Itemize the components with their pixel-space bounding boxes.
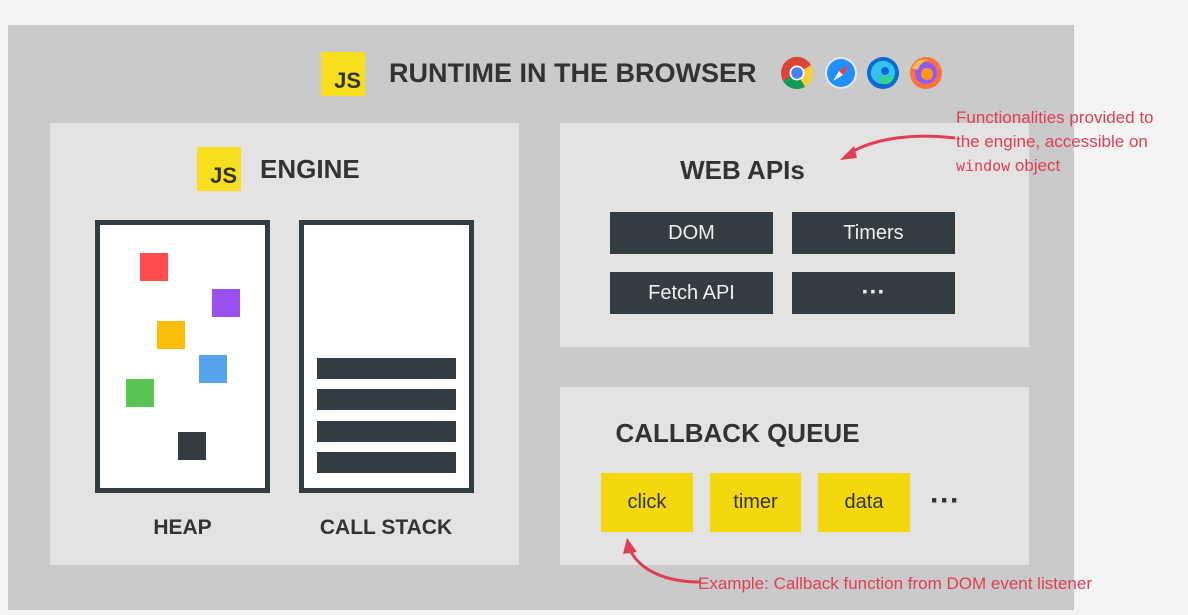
heap-object (178, 432, 206, 460)
heap-object (126, 379, 154, 407)
js-logo-text: JS (210, 163, 237, 188)
stack-frame (317, 389, 456, 410)
heap-object (157, 321, 185, 349)
web-apis-note-line3: window object (956, 154, 1184, 178)
heap-object (212, 289, 240, 317)
js-logo-runtime: JS (321, 52, 365, 96)
firefox-icon (910, 57, 942, 89)
js-logo-text: JS (334, 68, 361, 93)
stack-frame (317, 452, 456, 473)
heap-object (199, 355, 227, 383)
stack-frame (317, 421, 456, 442)
callback-more: ··· (930, 484, 960, 517)
api-timers: Timers (792, 212, 955, 254)
web-apis-note-line2: the engine, accessible on (956, 132, 1148, 151)
js-logo-engine: JS (197, 147, 241, 191)
callback-timer: timer (710, 473, 801, 532)
callback-data: data (818, 473, 910, 532)
edge-icon (867, 57, 899, 89)
stack-frame (317, 358, 456, 379)
safari-icon (825, 57, 857, 89)
web-apis-note-line1: Functionalities provided to (956, 108, 1154, 127)
api-dom: DOM (610, 212, 773, 254)
engine-title: ENGINE (260, 154, 360, 184)
window-code: window (956, 157, 1011, 175)
web-apis-arrow (840, 134, 956, 160)
web-apis-note-tail: object (1010, 156, 1061, 175)
callback-click: click (601, 473, 693, 532)
api-more: ··· (792, 272, 955, 314)
callback-arrow (623, 538, 701, 584)
callback-queue-title: CALLBACK QUEUE (615, 418, 860, 448)
callback-note: Example: Callback function from DOM even… (698, 574, 1092, 593)
call-stack-label: CALL STACK (319, 516, 453, 539)
heap-label: HEAP (153, 516, 212, 539)
chrome-icon (781, 56, 814, 90)
web-apis-note: Functionalities provided to the engine, … (956, 106, 1184, 178)
api-fetch: Fetch API (610, 272, 773, 314)
runtime-title: RUNTIME IN THE BROWSER (389, 58, 757, 88)
heap-object (140, 253, 168, 281)
